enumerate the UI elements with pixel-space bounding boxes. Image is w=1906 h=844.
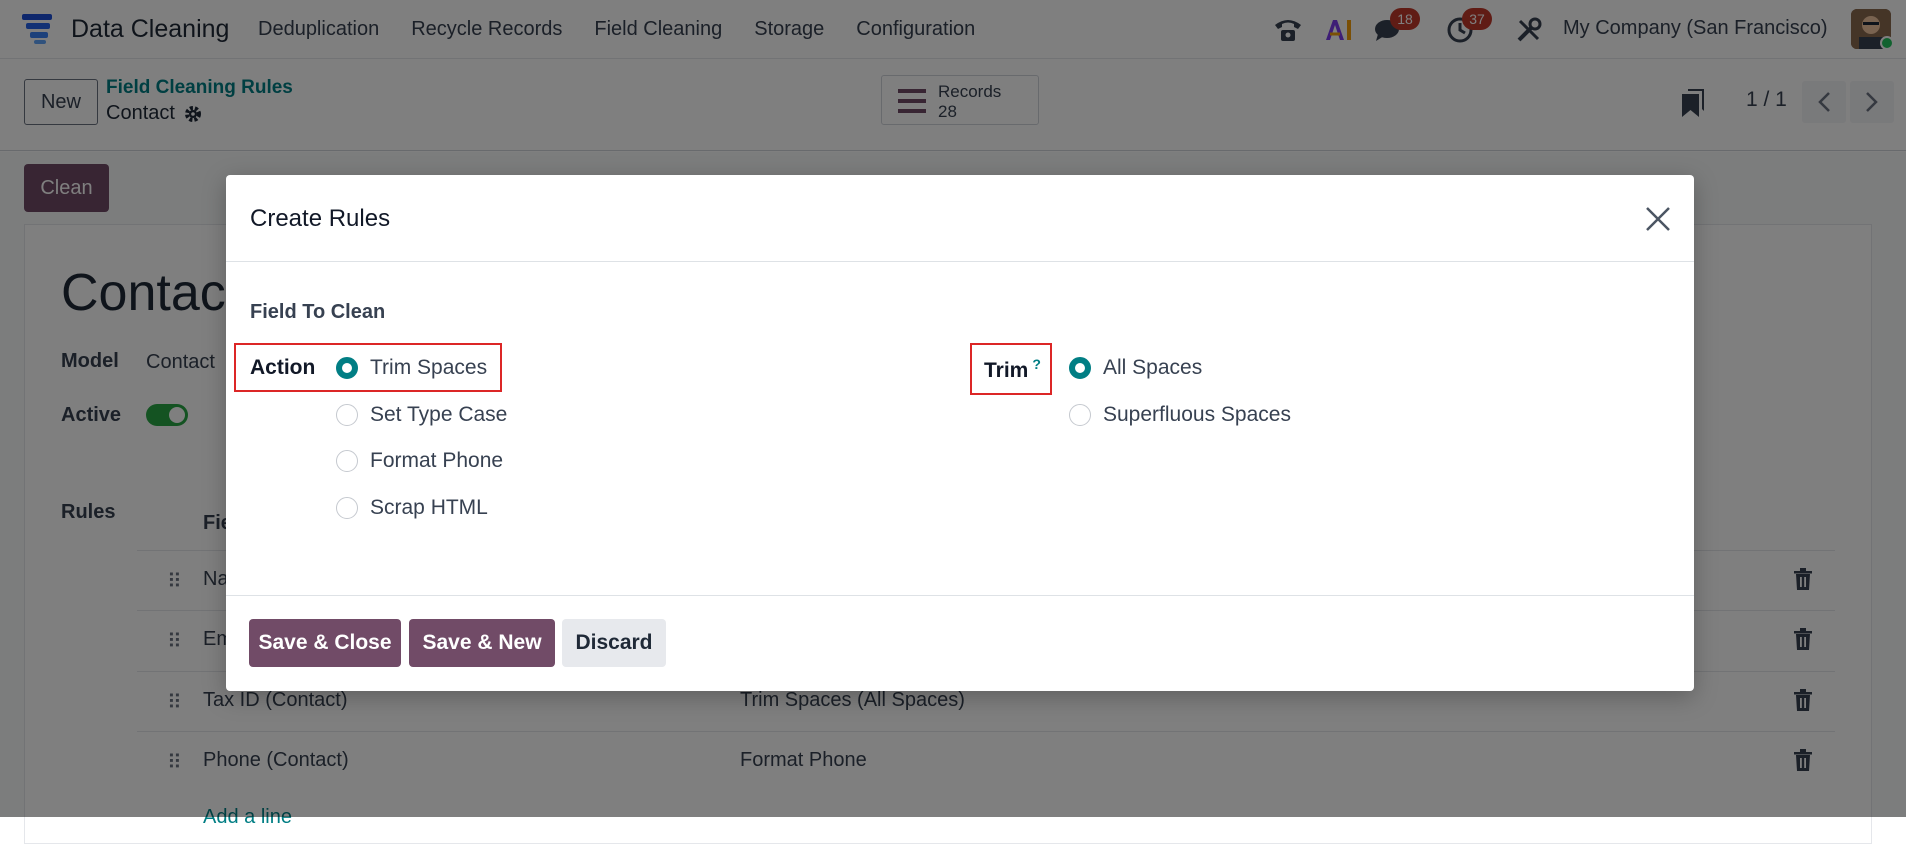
help-tooltip-icon[interactable]: ? bbox=[1032, 356, 1041, 372]
action-option-label: Set Type Case bbox=[370, 403, 508, 426]
section-title: Field To Clean bbox=[250, 301, 386, 323]
trim-option-superfluous-spaces[interactable]: Superfluous Spaces bbox=[1069, 403, 1291, 427]
discard-button[interactable]: Discard bbox=[562, 619, 666, 667]
action-option-label: Trim Spaces bbox=[370, 356, 488, 379]
action-option-set-type-case[interactable]: Set Type Case bbox=[336, 403, 507, 427]
trim-label-text: Trim bbox=[984, 359, 1029, 382]
radio-checked-icon[interactable] bbox=[336, 357, 358, 379]
action-label: Action bbox=[250, 356, 316, 379]
save-new-button[interactable]: Save & New bbox=[409, 619, 555, 667]
close-icon[interactable] bbox=[1644, 205, 1672, 233]
radio-unchecked-icon[interactable] bbox=[336, 497, 358, 519]
trim-label: Trim? bbox=[984, 356, 1041, 383]
trim-option-all-spaces[interactable]: All Spaces bbox=[1069, 356, 1202, 380]
action-option-label: Scrap HTML bbox=[370, 496, 488, 519]
modal-title: Create Rules bbox=[250, 205, 391, 232]
modal-footer: Save & Close Save & New Discard bbox=[226, 595, 1694, 691]
radio-unchecked-icon[interactable] bbox=[336, 450, 358, 472]
radio-unchecked-icon[interactable] bbox=[1069, 404, 1091, 426]
action-option-trim-spaces[interactable]: Trim Spaces bbox=[336, 356, 487, 380]
action-option-format-phone[interactable]: Format Phone bbox=[336, 449, 503, 473]
trim-option-label: All Spaces bbox=[1103, 356, 1203, 379]
modal-header: Create Rules bbox=[226, 175, 1694, 262]
trim-option-label: Superfluous Spaces bbox=[1103, 403, 1291, 426]
action-option-label: Format Phone bbox=[370, 449, 504, 472]
radio-unchecked-icon[interactable] bbox=[336, 404, 358, 426]
create-rules-dialog: Create Rules Field To Clean Action Trim … bbox=[226, 175, 1694, 691]
save-close-button[interactable]: Save & Close bbox=[249, 619, 401, 667]
radio-checked-icon[interactable] bbox=[1069, 357, 1091, 379]
action-option-scrap-html[interactable]: Scrap HTML bbox=[336, 496, 488, 520]
